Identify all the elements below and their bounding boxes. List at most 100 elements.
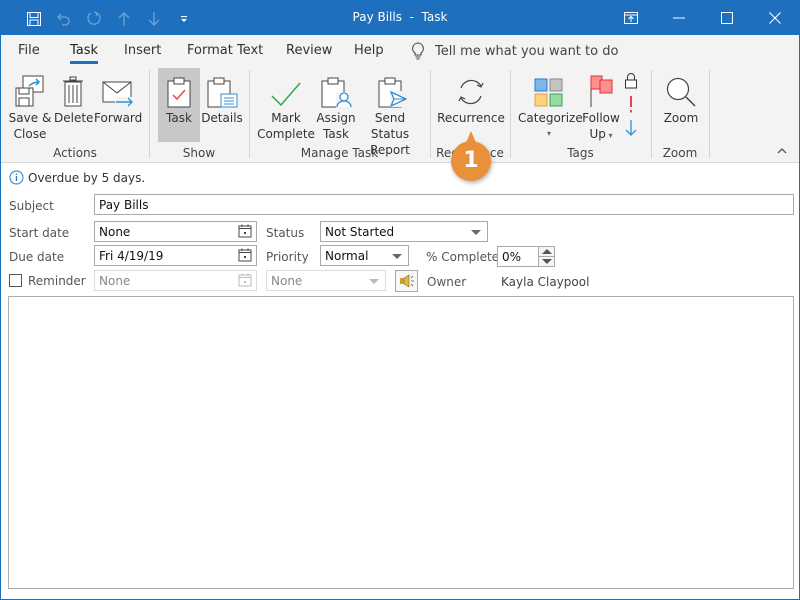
status-label: Status [266,226,305,240]
speaker-icon [399,274,414,288]
mark-complete-label-2: Complete [257,127,315,141]
info-bar: Overdue by 5 days. [9,170,145,185]
forward-button[interactable]: Forward [94,68,142,142]
tab-help[interactable]: Help [354,43,384,58]
due-date-label: Due date [9,250,65,264]
task-body-editor[interactable] [8,296,794,589]
start-date-value: None [99,225,131,239]
tab-insert[interactable]: Insert [124,43,161,58]
title-bar: Pay Bills - Task [1,1,799,35]
ribbon-display-options-button[interactable] [607,1,655,35]
start-date-input[interactable]: None [94,221,257,242]
percent-complete-spinner[interactable] [538,246,555,267]
send-status-label-1: Send Status [370,111,410,141]
private-button[interactable] [624,72,640,90]
magnifier-icon [666,77,696,107]
details-clipboard-icon [207,77,238,108]
subject-label: Subject [9,199,54,213]
tell-me-search[interactable]: Tell me what you want to do [411,42,618,60]
reminder-date-input[interactable]: None [94,270,257,291]
minimize-button[interactable] [655,1,703,35]
categorize-button[interactable]: Categorize ▾ [518,68,583,142]
group-separator [149,70,150,158]
task-view-label: Task [166,111,192,125]
calendar-icon[interactable] [238,224,252,238]
low-importance-icon [625,120,637,136]
minimize-icon [673,17,685,19]
details-view-label: Details [201,111,243,125]
zoom-button[interactable]: Zoom [658,68,704,142]
reminder-time-select[interactable]: None [266,270,386,291]
send-status-report-button[interactable]: Send Status Report [357,68,423,157]
delete-button[interactable]: Delete [54,68,94,142]
ribbon-tabs: File Task Insert Format Text Review Help… [1,35,799,66]
follow-up-label-1: Follow [582,111,620,125]
high-importance-icon [630,96,632,113]
lock-icon [625,73,637,89]
assign-task-button[interactable]: Assign Task [316,68,356,142]
owner-value: Kayla Claypool [501,275,590,289]
follow-up-dropdown-icon: ▾ [605,131,613,140]
task-view-button[interactable]: Task [158,68,200,142]
spinner-down-icon[interactable] [542,259,552,264]
high-importance-button[interactable] [624,94,640,114]
low-importance-button[interactable] [624,118,640,138]
info-text: Overdue by 5 days. [28,170,146,185]
subject-value: Pay Bills [99,198,149,212]
forward-label: Forward [94,111,143,125]
calendar-icon[interactable] [238,248,252,262]
spinner-up-icon[interactable] [542,249,552,254]
priority-select[interactable]: Normal [320,245,409,266]
tab-format-text[interactable]: Format Text [187,43,263,58]
percent-complete-value: 0% [502,250,522,264]
group-separator [709,70,710,158]
tab-review[interactable]: Review [286,43,332,58]
forward-email-icon [102,81,135,107]
due-date-value: Fri 4/19/19 [99,249,164,263]
checkmark-icon [271,82,301,107]
reminder-checkbox[interactable] [9,274,22,287]
status-value: Not Started [325,225,395,239]
dropdown-arrow-icon [369,279,379,284]
calendar-icon[interactable] [238,273,252,287]
save-close-button[interactable]: Save & Close [7,68,53,142]
tab-file[interactable]: File [18,43,40,58]
ribbon: Save & Close Delete Forward Actions Task [1,66,799,163]
save-close-icon [15,75,44,107]
reminder-sound-button[interactable] [395,270,418,292]
follow-up-label-2: Up ▾ [581,126,621,144]
percent-complete-label: % Complete [426,250,500,264]
follow-up-button[interactable]: Follow Up ▾ [581,68,621,142]
owner-label: Owner [427,275,467,289]
delete-label: Delete [54,111,94,125]
reminder-label: Reminder [28,274,86,288]
lightbulb-icon [412,42,424,60]
mark-complete-label-1: Mark [271,111,301,125]
group-label-show: Show [182,146,216,160]
percent-complete-input[interactable]: 0% [497,246,539,267]
mark-complete-button[interactable]: Mark Complete [257,68,315,142]
spinner-divider [539,256,554,257]
close-button[interactable] [751,1,799,35]
details-view-button[interactable]: Details [201,68,243,142]
send-status-icon [378,77,407,108]
tab-task[interactable]: Task [70,43,99,64]
save-close-label-1: Save & [8,111,52,125]
maximize-icon [721,12,733,24]
save-close-label-2: Close [13,127,47,141]
subject-input[interactable]: Pay Bills [94,194,794,215]
maximize-button[interactable] [703,1,751,35]
collapse-ribbon-button[interactable] [777,146,787,157]
priority-value: Normal [325,249,369,263]
due-date-input[interactable]: Fri 4/19/19 [94,245,257,266]
info-icon [9,170,24,185]
task-clipboard-icon [167,77,191,108]
zoom-label: Zoom [663,111,699,125]
status-select[interactable]: Not Started [320,221,488,242]
group-separator [510,70,511,158]
recurrence-label: Recurrence [437,111,505,125]
task-window: Pay Bills - Task File Task Insert Format… [0,0,800,600]
start-date-label: Start date [9,226,70,240]
assign-task-label-2: Task [323,127,349,141]
categorize-label: Categorize [518,111,583,125]
